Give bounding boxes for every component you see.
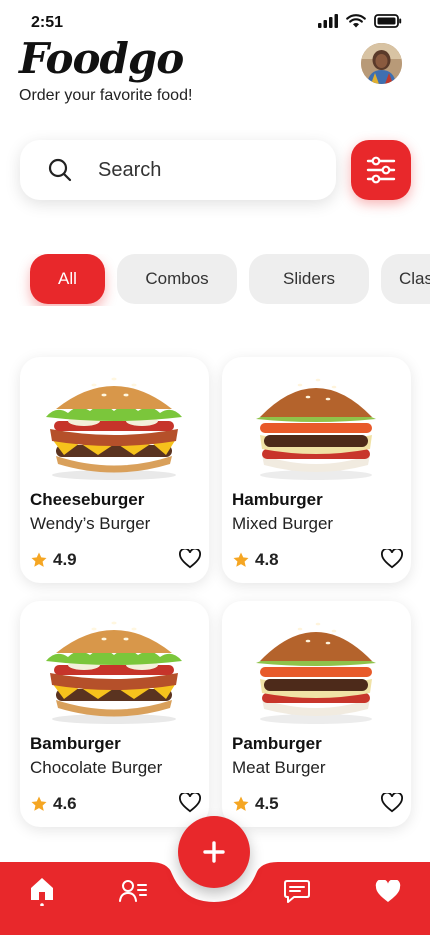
plus-icon	[203, 841, 225, 863]
wifi-icon	[346, 14, 366, 28]
home-icon	[31, 878, 53, 906]
star-icon	[233, 796, 249, 811]
rating-value: 4.9	[53, 550, 77, 569]
rating-value: 4.5	[255, 794, 279, 813]
chip-all[interactable]: All	[30, 254, 105, 304]
favorite-button[interactable]	[178, 791, 202, 815]
nav-home[interactable]	[27, 876, 57, 906]
nav-chat[interactable]	[282, 876, 312, 906]
product-rating: 4.8	[232, 550, 279, 570]
pamburger-image	[256, 622, 376, 724]
product-card[interactable]: Cheeseburger Wendy’s Burger 4.9	[20, 357, 209, 583]
status-icons	[318, 14, 402, 28]
bamburger-image	[46, 621, 182, 724]
cheeseburger-image	[46, 377, 182, 480]
product-brand: Mixed Burger	[232, 514, 334, 533]
nav-profile[interactable]	[118, 876, 148, 906]
chip-combos[interactable]: Combos	[117, 254, 237, 304]
product-name: Cheeseburger	[30, 490, 145, 509]
nav-favorites[interactable]	[373, 876, 403, 906]
heart-outline-icon	[381, 547, 403, 569]
product-name: Pamburger	[232, 734, 322, 753]
heart-outline-icon	[179, 791, 201, 813]
search-bar	[20, 140, 336, 200]
app-title: Foodgo	[19, 34, 184, 83]
favorite-button[interactable]	[178, 547, 202, 571]
product-card[interactable]: Bamburger Chocolate Burger 4.6	[20, 601, 209, 827]
search-input[interactable]	[98, 154, 318, 186]
chat-icon	[284, 880, 310, 903]
product-name: Hamburger	[232, 490, 323, 509]
favorite-button[interactable]	[380, 791, 404, 815]
category-chips: All Combos Sliders Classic	[0, 254, 430, 306]
add-button[interactable]	[178, 816, 250, 888]
filter-sliders-icon	[366, 156, 396, 184]
status-time: 2:51	[31, 14, 64, 31]
star-icon	[31, 796, 47, 811]
chip-classic[interactable]: Classic	[381, 254, 430, 304]
product-rating: 4.9	[30, 550, 77, 570]
chip-sliders[interactable]: Sliders	[249, 254, 369, 304]
favorites-icon	[375, 879, 401, 902]
avatar[interactable]	[361, 43, 402, 84]
hamburger-image	[256, 378, 376, 480]
product-rating: 4.5	[232, 794, 279, 814]
star-icon	[31, 552, 47, 567]
app-subtitle: Order your favorite food!	[19, 87, 193, 104]
filter-button[interactable]	[351, 140, 411, 200]
product-rating: 4.6	[30, 794, 77, 814]
product-brand: Meat Burger	[232, 758, 326, 777]
rating-value: 4.8	[255, 550, 279, 569]
signal-icon	[318, 14, 338, 28]
battery-icon	[374, 14, 402, 28]
product-brand: Wendy’s Burger	[30, 514, 151, 533]
product-brand: Chocolate Burger	[30, 758, 163, 777]
product-card[interactable]: Pamburger Meat Burger 4.5	[222, 601, 411, 827]
product-card[interactable]: Hamburger Mixed Burger 4.8	[222, 357, 411, 583]
product-name: Bamburger	[30, 734, 121, 753]
star-icon	[233, 552, 249, 567]
favorite-button[interactable]	[380, 547, 404, 571]
heart-outline-icon	[179, 547, 201, 569]
heart-outline-icon	[381, 791, 403, 813]
search-icon	[48, 158, 72, 182]
profile-icon	[119, 880, 147, 902]
rating-value: 4.6	[53, 794, 77, 813]
